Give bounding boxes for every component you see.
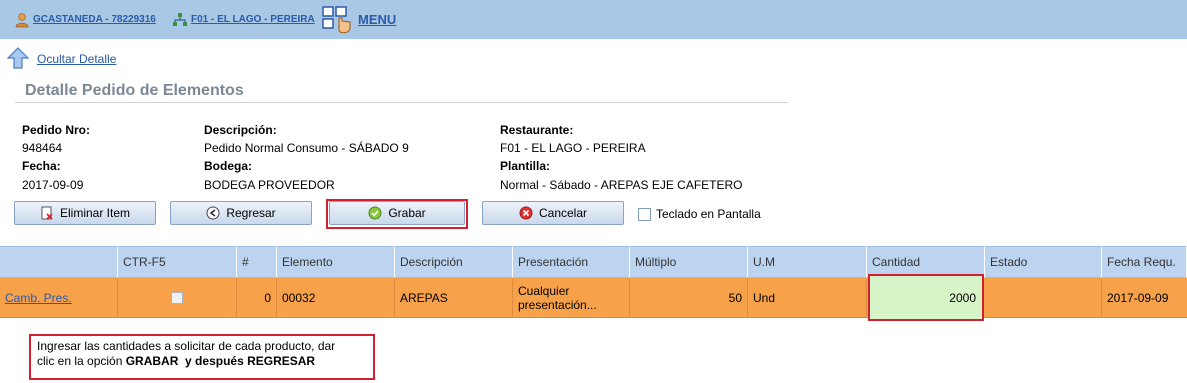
- col-header-ctr-f5[interactable]: CTR-F5: [118, 246, 237, 278]
- note-line2: clic en la opción GRABAR y después REGRE…: [37, 354, 367, 369]
- col-header-elemento[interactable]: Elemento: [277, 246, 395, 278]
- row-presentacion-cell: Cualquier presentación...: [513, 278, 630, 318]
- row-presentacion-line1: Cualquier: [518, 284, 570, 298]
- restaurante-label: Restaurante:: [500, 123, 574, 137]
- eliminar-item-label: Eliminar Item: [59, 206, 130, 220]
- row-multiplo-cell: 50: [630, 278, 748, 318]
- instruction-note: Ingresar las cantidades a solicitar de c…: [29, 334, 375, 380]
- back-circle-icon: [206, 206, 220, 220]
- row-checkbox[interactable]: [171, 292, 183, 304]
- title-divider: [15, 102, 788, 103]
- eliminar-item-button[interactable]: Eliminar Item: [14, 201, 156, 225]
- location-link[interactable]: F01 - EL LAGO - PEREIRA: [191, 14, 315, 25]
- bodega-label: Bodega:: [204, 159, 252, 173]
- row-action-cell: Camb. Pres.: [0, 278, 118, 318]
- delete-doc-icon: [40, 206, 54, 220]
- row-index: 0: [264, 291, 271, 305]
- row-elemento: 00032: [282, 291, 316, 305]
- top-bar: GCASTANEDA - 78229316 F01 - EL LAGO - PE…: [0, 0, 1187, 39]
- user-info[interactable]: GCASTANEDA - 78229316: [14, 0, 156, 39]
- row-index-cell: 0: [237, 278, 277, 318]
- camb-pres-link[interactable]: Camb. Pres.: [5, 291, 72, 305]
- menu-link[interactable]: MENU: [358, 12, 396, 27]
- pedido-value: 948464: [22, 141, 63, 155]
- note-line1: Ingresar las cantidades a solicitar de c…: [37, 339, 336, 353]
- col-header-fecha-requ[interactable]: Fecha Requ.: [1102, 246, 1187, 278]
- back-arrow[interactable]: [6, 46, 30, 70]
- teclado-checkbox[interactable]: [638, 208, 651, 221]
- row-descripcion: AREPAS: [400, 291, 448, 305]
- plantilla-label: Plantilla:: [500, 159, 551, 173]
- plantilla-value: Normal - Sábado - AREPAS EJE CAFETERO: [500, 178, 743, 192]
- note-line2-prefix: clic en la opción: [37, 354, 126, 368]
- row-descripcion-cell: AREPAS: [395, 278, 513, 318]
- col-header-descripcion[interactable]: Descripción: [395, 246, 513, 278]
- fecha-label: Fecha:: [22, 159, 61, 173]
- row-ctr-f5-cell: [118, 278, 237, 318]
- grabar-highlight-frame: [326, 199, 468, 229]
- row-um: Und: [753, 291, 776, 305]
- row-estado-cell: [985, 278, 1102, 318]
- row-um-cell: Und: [748, 278, 867, 318]
- row-elemento-cell: 00032: [277, 278, 395, 318]
- pedido-label: Pedido Nro:: [22, 123, 90, 137]
- row-fecha-cell: 2017-09-09: [1102, 278, 1187, 318]
- bodega-value: BODEGA PROVEEDOR: [204, 178, 335, 192]
- descripcion-value: Pedido Normal Consumo - SÁBADO 9: [204, 141, 409, 155]
- menu-hand-icon: [322, 5, 351, 33]
- row-presentacion-line2: presentación...: [518, 298, 597, 312]
- cancelar-button[interactable]: Cancelar: [482, 201, 624, 225]
- page-title: Detalle Pedido de Elementos: [25, 82, 244, 99]
- descripcion-label: Descripción:: [204, 123, 277, 137]
- col-header-um[interactable]: U.M: [748, 246, 867, 278]
- location-info[interactable]: F01 - EL LAGO - PEREIRA: [172, 0, 315, 39]
- arrow-up-icon: [6, 47, 30, 69]
- col-header-presentacion[interactable]: Presentación: [513, 246, 630, 278]
- col-header-multiplo[interactable]: Múltiplo: [630, 246, 748, 278]
- user-icon: [15, 12, 29, 27]
- col-header-estado[interactable]: Estado: [985, 246, 1102, 278]
- cancelar-label: Cancelar: [538, 206, 588, 220]
- cancel-circle-icon: [519, 206, 533, 220]
- col-header-index[interactable]: #: [237, 246, 277, 278]
- teclado-label: Teclado en Pantalla: [656, 207, 761, 221]
- user-link[interactable]: GCASTANEDA - 78229316: [33, 14, 156, 25]
- col-header-action: [0, 246, 118, 278]
- cantidad-input[interactable]: 2000: [868, 274, 984, 321]
- row-multiplo: 50: [728, 291, 742, 305]
- restaurante-value: F01 - EL LAGO - PEREIRA: [500, 141, 646, 155]
- cantidad-value: 2000: [949, 290, 976, 305]
- note-line2-bold: GRABAR y después REGRESAR: [125, 354, 316, 368]
- row-fecha: 2017-09-09: [1107, 291, 1169, 305]
- regresar-button[interactable]: Regresar: [170, 201, 312, 225]
- fecha-value: 2017-09-09: [22, 178, 84, 192]
- regresar-label: Regresar: [226, 206, 276, 220]
- network-icon: [173, 12, 187, 26]
- ocultar-detalle-link[interactable]: Ocultar Detalle: [37, 52, 116, 66]
- menu-item[interactable]: MENU: [322, 0, 396, 39]
